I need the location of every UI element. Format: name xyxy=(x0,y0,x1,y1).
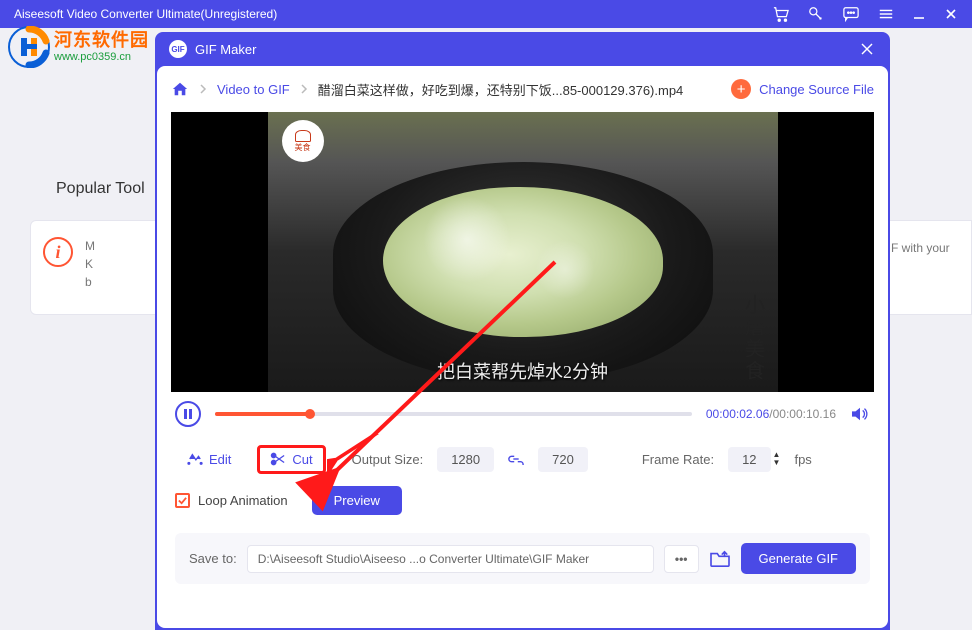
generate-gif-button[interactable]: Generate GIF xyxy=(741,543,856,574)
save-to-label: Save to: xyxy=(189,551,237,566)
output-size-label: Output Size: xyxy=(352,452,424,467)
close-icon[interactable] xyxy=(944,7,958,21)
fps-down[interactable]: ▼ xyxy=(773,459,781,467)
fps-unit: fps xyxy=(794,452,811,467)
key-icon[interactable] xyxy=(808,6,824,22)
fps-stepper[interactable]: 12 ▲ ▼ xyxy=(728,447,780,472)
popular-tools-heading: Popular Tool xyxy=(56,180,145,198)
change-source-label: Change Source File xyxy=(759,82,874,97)
cut-button[interactable]: Cut xyxy=(257,445,325,474)
bg-card-right: F with your xyxy=(882,220,972,315)
frame-rate-label: Frame Rate: xyxy=(642,452,714,467)
dialog-close-icon[interactable] xyxy=(858,40,876,58)
tools-row: Edit Cut Output Size: 1280 720 Frame Rat… xyxy=(157,436,888,482)
plus-icon: + xyxy=(731,79,751,99)
loop-checkbox[interactable] xyxy=(175,493,190,508)
edit-button[interactable]: Edit xyxy=(175,446,243,473)
player-controls: 00:00:02.06/00:00:10.16 xyxy=(157,392,888,436)
preview-button[interactable]: Preview xyxy=(312,486,402,515)
dialog-body: Video to GIF 醋溜白菜这样做，好吃到爆，还特别下饭...85-000… xyxy=(157,66,888,628)
save-row: Save to: D:\Aiseesoft Studio\Aiseeso ...… xyxy=(175,533,870,584)
link-icon[interactable] xyxy=(508,453,524,465)
gif-maker-dialog: GIF GIF Maker Video to GIF 醋溜白菜这样做，好吃到爆，… xyxy=(155,32,890,630)
video-subtitle: 把白菜帮先焯水2分钟 xyxy=(437,358,608,384)
browse-button[interactable]: ••• xyxy=(664,545,699,573)
gif-maker-icon: GIF xyxy=(169,40,187,58)
cart-icon[interactable] xyxy=(772,6,790,22)
cut-label: Cut xyxy=(292,452,312,467)
output-height[interactable]: 720 xyxy=(538,447,588,472)
watermark-cn: 河东软件园 xyxy=(54,31,149,51)
info-icon: i xyxy=(43,237,73,267)
titlebar-icons xyxy=(772,6,958,22)
app-titlebar: Aiseesoft Video Converter Ultimate(Unreg… xyxy=(0,0,972,28)
change-source-button[interactable]: + Change Source File xyxy=(731,79,874,99)
current-time: 00:00:02.06 xyxy=(706,407,769,421)
chevron-right-icon xyxy=(300,83,308,95)
dialog-header: GIF GIF Maker xyxy=(155,32,890,66)
bg-card-left: i M K b xyxy=(30,220,165,315)
breadcrumb-file: 醋溜白菜这样做，好吃到爆，还特别下饭...85-000129.376).mp4 xyxy=(318,80,684,99)
time-display: 00:00:02.06/00:00:10.16 xyxy=(706,407,836,421)
home-icon[interactable] xyxy=(171,81,189,97)
watermark-url: www.pc0359.cn xyxy=(54,51,149,63)
pause-button[interactable] xyxy=(175,401,201,427)
seek-slider[interactable] xyxy=(215,412,692,416)
open-folder-icon[interactable] xyxy=(709,550,731,568)
volume-icon[interactable] xyxy=(850,406,870,422)
dialog-title: GIF Maker xyxy=(195,42,850,57)
save-path-field[interactable]: D:\Aiseesoft Studio\Aiseeso ...o Convert… xyxy=(247,545,654,573)
breadcrumb: Video to GIF 醋溜白菜这样做，好吃到爆，还特别下饭...85-000… xyxy=(157,66,888,112)
feedback-icon[interactable] xyxy=(842,6,860,22)
chef-badge: 美食 xyxy=(282,120,324,162)
chevron-right-icon xyxy=(199,83,207,95)
loop-row: Loop Animation Preview xyxy=(157,482,888,523)
duration-time: 00:00:10.16 xyxy=(773,407,836,421)
loop-label: Loop Animation xyxy=(198,493,288,508)
bg-card-text: M K b xyxy=(85,237,95,291)
edit-label: Edit xyxy=(209,452,231,467)
fps-value[interactable]: 12 xyxy=(728,447,770,472)
breadcrumb-root[interactable]: Video to GIF xyxy=(217,82,290,97)
video-side-text: 小屠美食 xyxy=(739,294,768,382)
app-title: Aiseesoft Video Converter Ultimate(Unreg… xyxy=(14,7,772,21)
menu-icon[interactable] xyxy=(878,7,894,21)
site-watermark: 河东软件园 www.pc0359.cn xyxy=(8,26,149,68)
minimize-icon[interactable] xyxy=(912,7,926,21)
video-preview[interactable]: 美食 小屠美食 把白菜帮先焯水2分钟 xyxy=(171,112,874,392)
watermark-logo-icon xyxy=(8,26,50,68)
output-width[interactable]: 1280 xyxy=(437,447,494,472)
